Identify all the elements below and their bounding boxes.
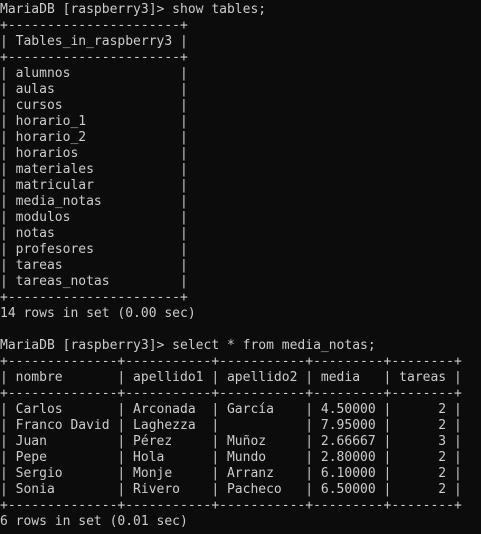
table-row: | horario_2 | xyxy=(0,130,188,145)
table-border-header: +--------------+-----------+-----------+… xyxy=(0,386,462,401)
command-prompt-select: MariaDB [raspberry3]> select * from medi… xyxy=(0,338,376,353)
table-row: | Pepe | Hola | Mundo | 2.80000 | 2 | xyxy=(0,450,462,465)
table-row: | aulas | xyxy=(0,82,188,97)
table-row: | materiales | xyxy=(0,162,188,177)
terminal-window[interactable]: MariaDB [raspberry3]> show tables; +----… xyxy=(0,0,481,534)
table-border-top: +--------------+-----------+-----------+… xyxy=(0,354,462,369)
table-border-top: +----------------------+ xyxy=(0,18,188,33)
result-status: 14 rows in set (0.00 sec) xyxy=(0,306,196,321)
table-row: | cursos | xyxy=(0,98,188,113)
table-border-bottom: +----------------------+ xyxy=(0,290,188,305)
table-row: | Franco David | Laghezza | | 7.95000 | … xyxy=(0,418,462,433)
table-row: | notas | xyxy=(0,226,188,241)
table-header: | Tables_in_raspberry3 | xyxy=(0,34,188,49)
table-row: | matricular | xyxy=(0,178,188,193)
table-row: | horarios | xyxy=(0,146,188,161)
table-row: | modulos | xyxy=(0,210,188,225)
table-header: | nombre | apellido1 | apellido2 | media… xyxy=(0,370,462,385)
table-row: | Juan | Pérez | Muñoz | 2.66667 | 3 | xyxy=(0,434,462,449)
command-prompt-show-tables: MariaDB [raspberry3]> show tables; xyxy=(0,2,267,17)
table-border-header: +----------------------+ xyxy=(0,50,188,65)
table-row: | tareas | xyxy=(0,258,188,273)
table-row: | alumnos | xyxy=(0,66,188,81)
table-row: | horario_1 | xyxy=(0,114,188,129)
table-row: | tareas_notas | xyxy=(0,274,188,289)
table-row: | Carlos | Arconada | García | 4.50000 |… xyxy=(0,402,462,417)
table-row: | Sonia | Rivero | Pacheco | 6.50000 | 2… xyxy=(0,482,462,497)
result-status: 6 rows in set (0.01 sec) xyxy=(0,514,188,529)
table-row: | media_notas | xyxy=(0,194,188,209)
table-row: | profesores | xyxy=(0,242,188,257)
table-border-bottom: +--------------+-----------+-----------+… xyxy=(0,498,462,513)
table-row: | Sergio | Monje | Arranz | 6.10000 | 2 … xyxy=(0,466,462,481)
